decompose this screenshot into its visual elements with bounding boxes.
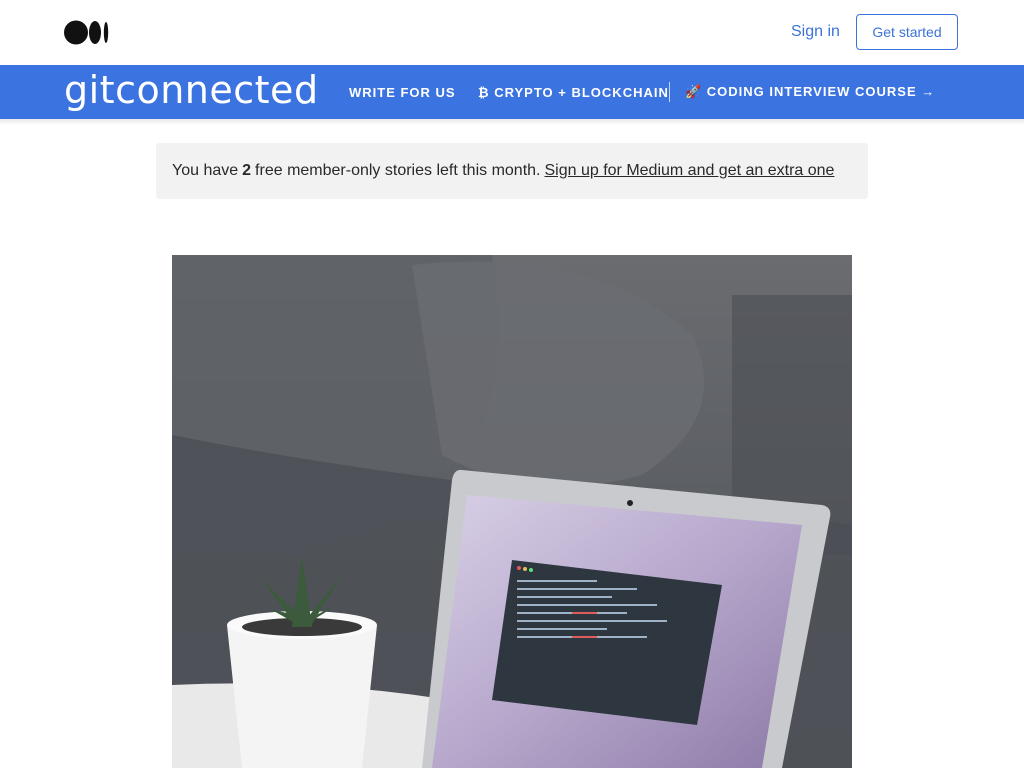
- nav-write-for-us[interactable]: WRITE FOR US: [349, 65, 456, 119]
- get-started-button[interactable]: Get started: [856, 14, 958, 50]
- banner-count: 2: [242, 162, 252, 179]
- medium-logo-icon[interactable]: [64, 20, 110, 45]
- nav-divider: [669, 82, 670, 102]
- laptop-photo-icon: [172, 255, 852, 768]
- publication-logo[interactable]: gitconnected: [64, 68, 319, 112]
- signup-link[interactable]: Sign up for Medium and get an extra one: [544, 162, 834, 180]
- hero-image: [172, 255, 852, 768]
- nav-coding-interview-course[interactable]: 🚀 CODING INTERVIEW COURSE →: [685, 65, 935, 119]
- member-stories-banner: You have 2 free member-only stories left…: [156, 143, 868, 199]
- banner-prefix: You have: [172, 162, 239, 179]
- publication-bar-shadow: [0, 119, 1024, 125]
- banner-suffix: free member-only stories left this month…: [255, 162, 541, 179]
- publication-bar: gitconnected WRITE FOR US ₿ CRYPTO + BLO…: [0, 65, 1024, 119]
- sign-in-link[interactable]: Sign in: [791, 23, 840, 41]
- nav-crypto-blockchain[interactable]: ₿ CRYPTO + BLOCKCHAIN: [478, 65, 669, 119]
- top-header: Sign in Get started: [0, 0, 1024, 65]
